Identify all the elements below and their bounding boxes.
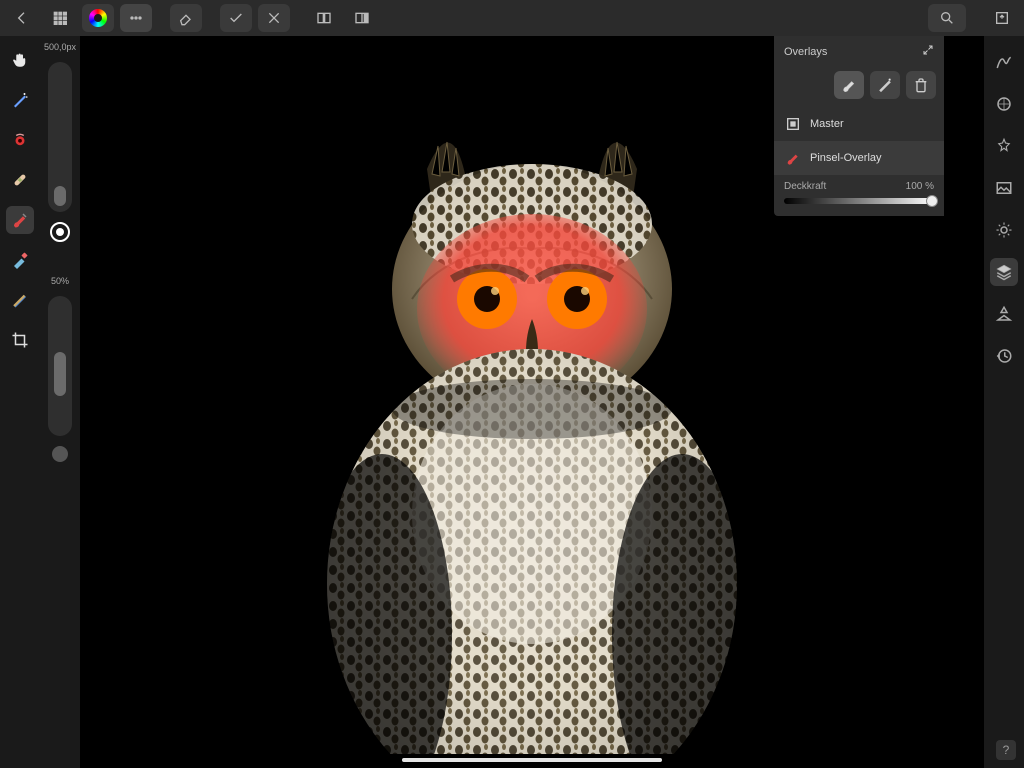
brush-opacity-slider[interactable] <box>48 296 72 436</box>
histogram-module[interactable] <box>990 48 1018 76</box>
gallery-grid-button[interactable] <box>44 4 76 32</box>
expand-icon[interactable] <box>922 44 934 59</box>
overlay-brush-label: Pinsel-Overlay <box>810 152 882 164</box>
top-toolbar <box>0 0 1024 36</box>
smudge-tool[interactable] <box>6 286 34 314</box>
back-button[interactable] <box>6 4 38 32</box>
cancel-button[interactable] <box>258 4 290 32</box>
overlay-brush-row[interactable]: Pinsel-Overlay <box>774 141 944 175</box>
canvas-area: Overlays Master Pinsel-Overlay D <box>80 36 984 768</box>
brush-sliders: 500,0px 50% <box>40 36 80 768</box>
compare-button[interactable] <box>308 4 340 32</box>
home-indicator <box>402 758 662 762</box>
slider-thumb[interactable] <box>54 352 66 396</box>
overlay-wand-button[interactable] <box>870 71 900 99</box>
opacity-label: Deckkraft <box>784 181 826 192</box>
light-module[interactable] <box>990 132 1018 160</box>
redeye-tool[interactable] <box>6 126 34 154</box>
canvas-image <box>292 114 772 754</box>
hand-tool[interactable] <box>6 46 34 74</box>
picture-module[interactable] <box>990 174 1018 202</box>
color-wheel-button[interactable] <box>82 4 114 32</box>
opacity-slider[interactable] <box>784 198 934 204</box>
left-toolbar <box>0 36 40 768</box>
master-icon <box>784 115 802 133</box>
brush-opacity-label: 50% <box>51 276 69 286</box>
slider-thumb[interactable] <box>54 186 66 206</box>
zoom-button[interactable] <box>928 4 966 32</box>
overlay-delete-button[interactable] <box>906 71 936 99</box>
dodge-tool[interactable] <box>6 246 34 274</box>
accept-button[interactable] <box>220 4 252 32</box>
paint-tool[interactable] <box>6 206 34 234</box>
splitview-button[interactable] <box>346 4 378 32</box>
eraser-button[interactable] <box>170 4 202 32</box>
crop-tool[interactable] <box>6 326 34 354</box>
opacity-knob[interactable] <box>926 195 938 207</box>
magic-wand-tool[interactable] <box>6 86 34 114</box>
overlay-master-row[interactable]: Master <box>774 107 944 141</box>
brush-preview-toggle[interactable] <box>50 222 70 242</box>
brush-size-slider[interactable] <box>48 62 72 212</box>
export-button[interactable] <box>986 4 1018 32</box>
overlays-title: Overlays <box>784 46 827 58</box>
overlay-master-label: Master <box>810 118 844 130</box>
overlay-brush-add-button[interactable] <box>834 71 864 99</box>
right-module-bar <box>984 36 1024 768</box>
color-wheel-icon <box>89 9 107 27</box>
focus-module[interactable] <box>990 216 1018 244</box>
opacity-value: 100 % <box>906 181 934 192</box>
geometry-module[interactable] <box>990 300 1018 328</box>
more-button[interactable] <box>120 4 152 32</box>
overlays-panel: Overlays Master Pinsel-Overlay D <box>774 36 944 216</box>
brush-size-label: 500,0px <box>44 42 76 52</box>
heal-tool[interactable] <box>6 166 34 194</box>
brush-icon <box>784 149 802 167</box>
brush-hardness-indicator[interactable] <box>52 446 68 462</box>
overlays-toolbar <box>774 67 944 107</box>
layers-module[interactable] <box>990 258 1018 286</box>
help-button[interactable]: ? <box>996 740 1016 760</box>
history-module[interactable] <box>990 342 1018 370</box>
lens-module[interactable] <box>990 90 1018 118</box>
